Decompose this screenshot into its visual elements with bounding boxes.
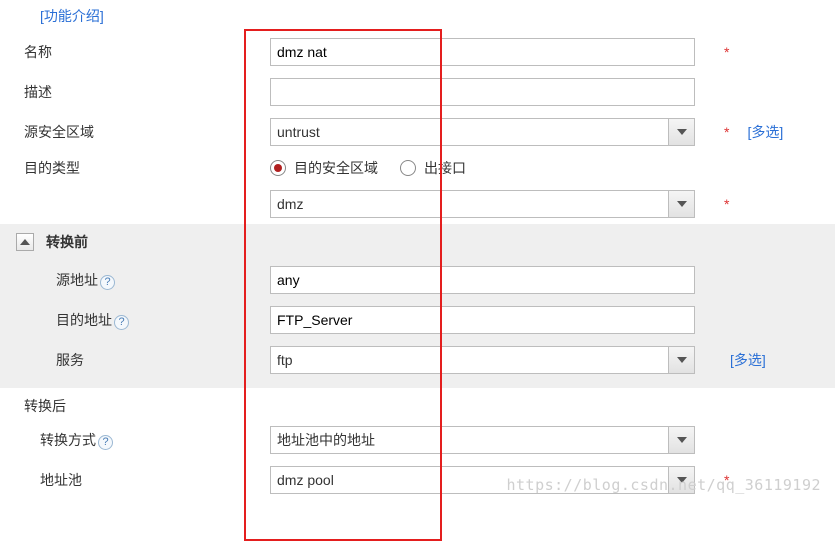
label-src-addr: 源地址? [0,270,270,290]
row-conv-mode: 转换方式? 地址池中的地址 [0,420,835,460]
chevron-up-icon [20,239,30,245]
row-desc: 描述 [0,72,835,112]
section-before-conversion: 转换前 [0,224,835,260]
help-icon[interactable]: ? [98,435,113,450]
radio-icon-checked [270,160,286,176]
label-name: 名称 [0,42,270,62]
service-select[interactable]: ftp [270,346,695,374]
chevron-down-icon [677,477,687,483]
src-zone-dropdown-btn[interactable] [668,119,694,145]
src-zone-select[interactable]: untrust [270,118,695,146]
required-mark: * [718,124,735,140]
section-title-before: 转换前 [46,232,88,252]
conv-mode-select[interactable]: 地址池中的地址 [270,426,695,454]
chevron-down-icon [677,201,687,207]
service-value: ftp [270,346,695,374]
section-after-conversion: 转换后 [0,388,835,420]
help-icon[interactable]: ? [114,315,129,330]
row-src-zone: 源安全区域 untrust * [多选] [0,112,835,152]
addr-pool-select[interactable]: dmz pool [270,466,695,494]
multi-select-link[interactable]: [多选] [718,350,766,370]
row-addr-pool: 地址池 dmz pool * [0,460,835,500]
required-mark: * [718,472,735,488]
addr-pool-value: dmz pool [270,466,695,494]
service-dropdown-btn[interactable] [668,347,694,373]
desc-input[interactable] [270,78,695,106]
label-addr-pool: 地址池 [0,470,270,490]
row-service: 服务 ftp [多选] [0,340,835,388]
label-service: 服务 [0,350,270,370]
name-input[interactable] [270,38,695,66]
radio-label-out-if: 出接口 [424,158,466,178]
collapse-button[interactable] [16,233,34,251]
required-mark: * [718,44,735,60]
conv-mode-value: 地址池中的地址 [270,426,695,454]
label-conv-mode: 转换方式? [0,430,270,450]
label-dest-addr: 目的地址? [0,310,270,330]
required-mark: * [718,196,735,212]
dest-zone-select[interactable]: dmz [270,190,695,218]
row-dest-type: 目的类型 目的安全区域 出接口 [0,152,835,184]
radio-dest-zone[interactable]: 目的安全区域 [270,158,378,178]
src-addr-input[interactable] [270,266,695,294]
src-zone-value: untrust [270,118,695,146]
addr-pool-dropdown-btn[interactable] [668,467,694,493]
chevron-down-icon [677,129,687,135]
conv-mode-dropdown-btn[interactable] [668,427,694,453]
label-src-zone: 源安全区域 [0,122,270,142]
chevron-down-icon [677,437,687,443]
radio-label-dest-zone: 目的安全区域 [294,158,378,178]
chevron-down-icon [677,357,687,363]
dest-zone-dropdown-btn[interactable] [668,191,694,217]
feature-intro-link[interactable]: [功能介绍] [0,0,835,32]
dest-zone-value: dmz [270,190,695,218]
row-name: 名称 * [0,32,835,72]
help-icon[interactable]: ? [100,275,115,290]
row-dest-addr: 目的地址? [0,300,835,340]
label-dest-type: 目的类型 [0,158,270,178]
row-src-addr: 源地址? [0,260,835,300]
row-dest-zone-value: dmz * [0,184,835,224]
dest-addr-input[interactable] [270,306,695,334]
radio-icon-unchecked [400,160,416,176]
radio-out-interface[interactable]: 出接口 [400,158,466,178]
label-desc: 描述 [0,82,270,102]
multi-select-link[interactable]: [多选] [735,122,783,142]
